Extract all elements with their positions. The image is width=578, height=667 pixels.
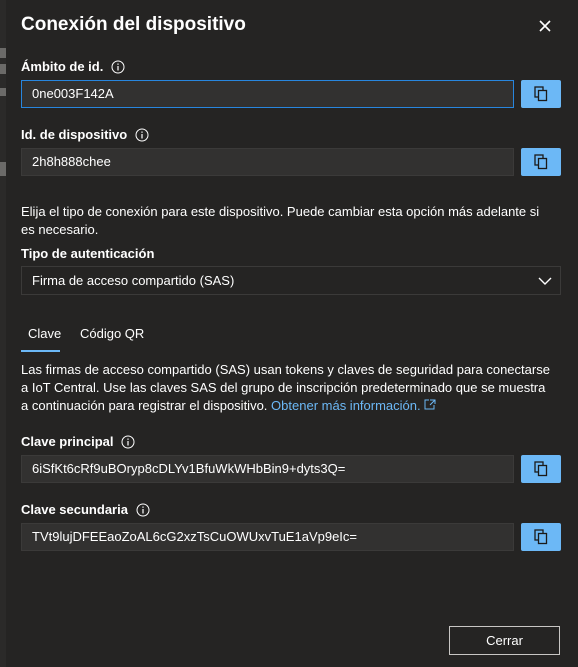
device-id-field[interactable]: 2h8h888chee [21,148,514,176]
info-icon[interactable] [135,128,149,142]
secondary-key-label-row: Clave secundaria [21,502,150,517]
secondary-key-field[interactable]: TVt9lujDFEEaoZoAL6cG2xzTsCuOWUxvTuE1aVp9… [21,523,514,551]
close-button[interactable] [534,15,556,37]
id-scope-label: Ámbito de id. [21,59,104,74]
primary-key-label-row: Clave principal [21,434,135,449]
auth-type-label-text: Tipo de autenticación [21,246,155,261]
copy-icon [534,154,548,170]
dialog-title: Conexión del dispositivo [21,14,246,35]
close-dialog-button[interactable]: Cerrar [449,626,560,655]
primary-key-field[interactable]: 6iSfKt6cRf9uBOryp8cDLYv1BfuWkWHbBin9+dyt… [21,455,514,483]
device-connection-dialog: Conexión del dispositivo Ámbito de id. 0… [6,0,578,667]
tab-key[interactable]: Clave [28,326,61,341]
device-id-label: Id. de dispositivo [21,127,128,142]
primary-key-label: Clave principal [21,434,114,449]
external-link-icon [424,399,436,410]
copy-secondary-key-button[interactable] [521,523,561,551]
auth-type-selected-value: Firma de acceso compartido (SAS) [32,273,235,288]
info-icon[interactable] [111,60,125,74]
auth-type-label: Tipo de autenticación [21,246,154,261]
device-id-label-row: Id. de dispositivo [21,127,149,142]
connection-type-description: Elija el tipo de conexión para este disp… [21,204,540,237]
copy-id-scope-button[interactable] [521,80,561,108]
info-icon[interactable] [121,435,135,449]
copy-icon [534,529,548,545]
sas-description: Las firmas de acceso compartido (SAS) us… [21,361,551,415]
id-scope-field[interactable]: 0ne003F142A [21,80,514,108]
info-icon[interactable] [136,503,150,517]
tab-qr-code[interactable]: Código QR [80,326,144,341]
copy-device-id-button[interactable] [521,148,561,176]
copy-primary-key-button[interactable] [521,455,561,483]
chevron-down-icon [538,277,552,285]
close-icon [539,20,551,32]
selected-tab-indicator [21,350,60,352]
copy-icon [534,461,548,477]
learn-more-link[interactable]: Obtener más información. [271,398,436,413]
id-scope-label-row: Ámbito de id. [21,59,125,74]
auth-type-dropdown[interactable]: Firma de acceso compartido (SAS) [21,266,561,295]
copy-icon [534,86,548,102]
secondary-key-label: Clave secundaria [21,502,128,517]
